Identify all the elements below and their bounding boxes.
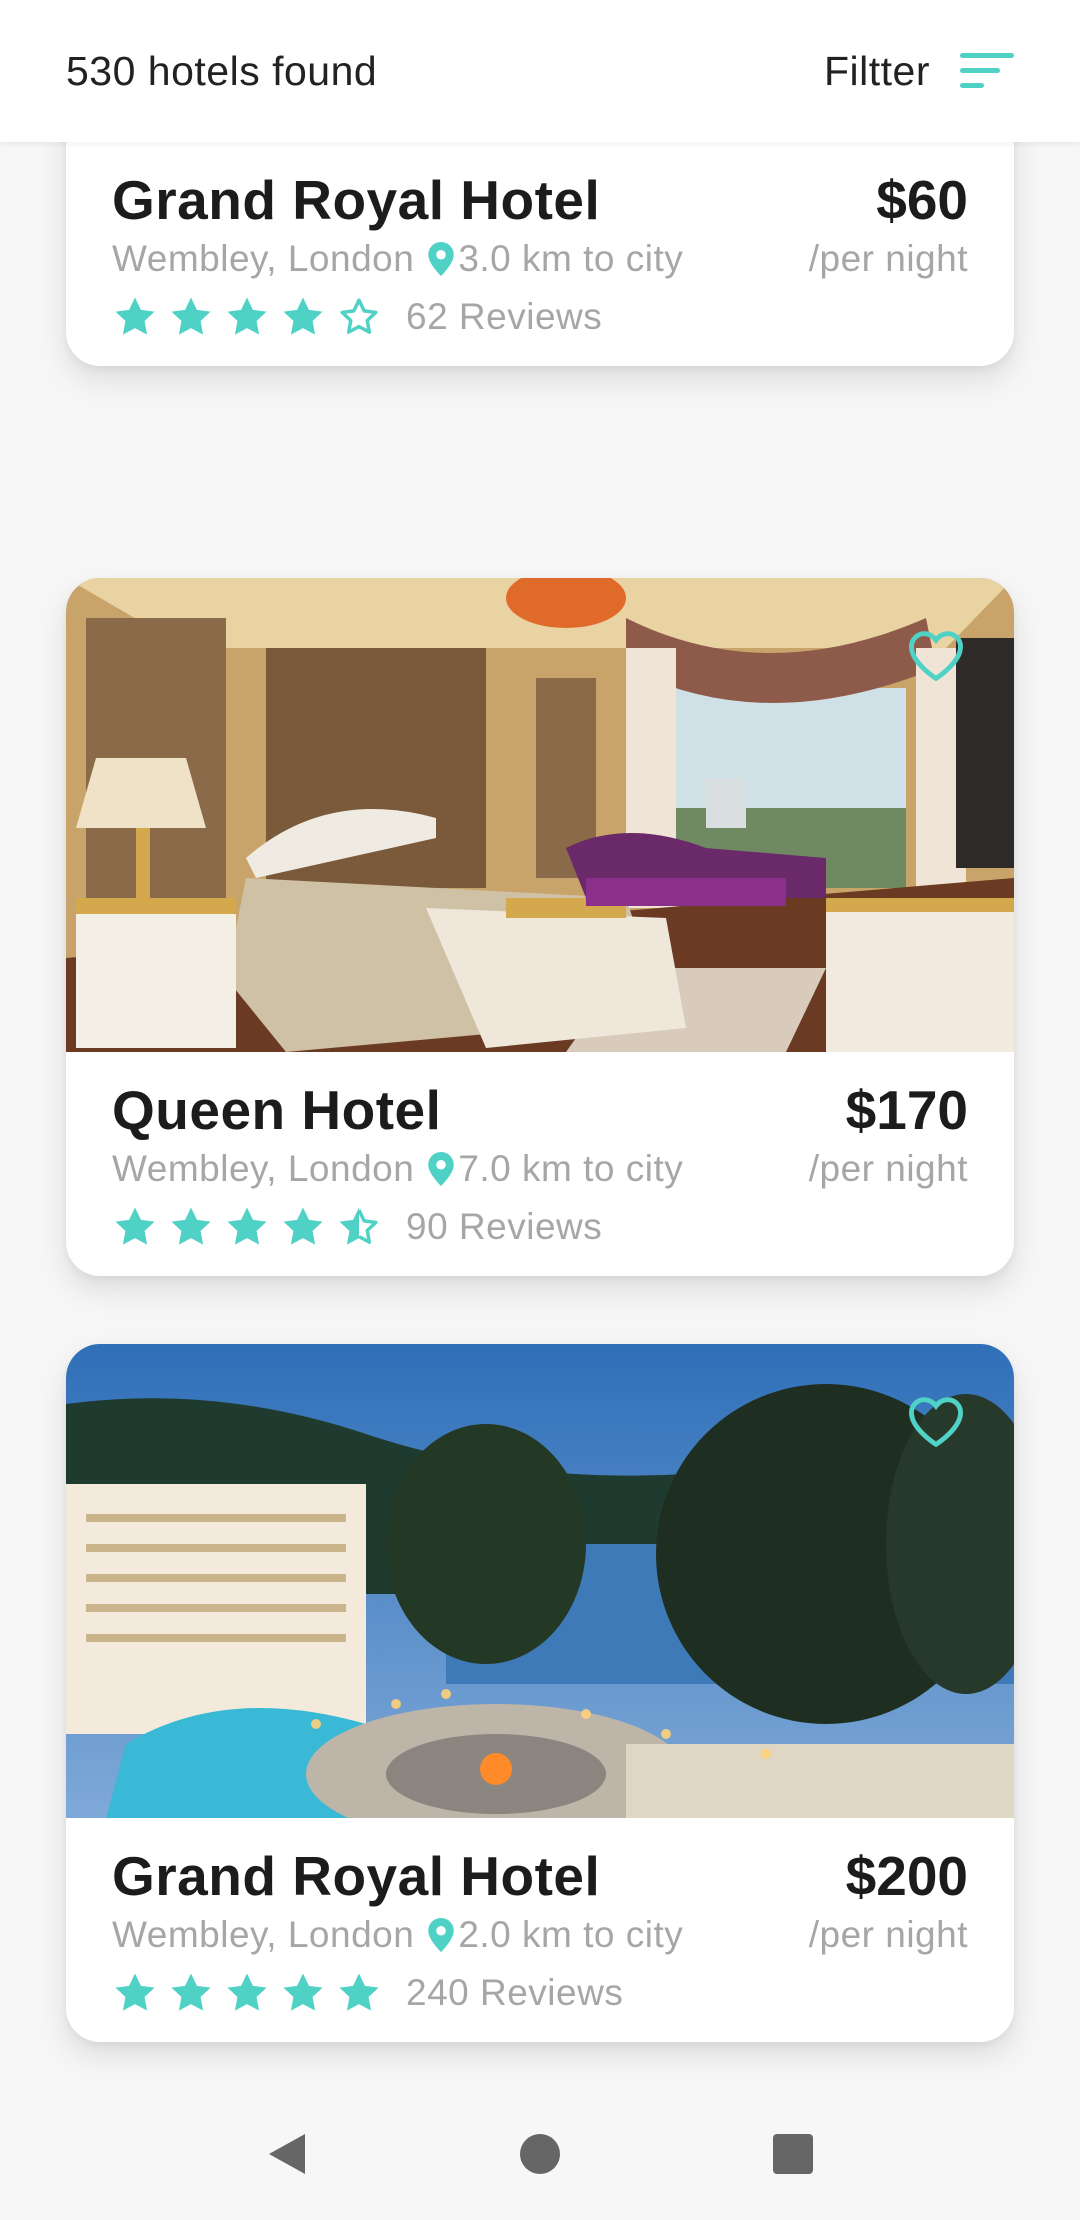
hotel-distance: 7.0 km to city — [458, 1148, 684, 1189]
star-full-icon — [115, 1207, 155, 1245]
recents-icon — [773, 2134, 814, 2174]
star-rating — [112, 294, 382, 340]
location-pin-icon — [428, 242, 455, 276]
star-full-icon — [171, 1973, 211, 2011]
hotel-card[interactable]: Grand Royal Hotel $200 Wembley, London 2… — [66, 1344, 1014, 2042]
location-pin-icon — [428, 1918, 455, 1952]
hotel-list[interactable]: Grand Royal Hotel $60 Wembley, London 3.… — [0, 0, 1080, 2088]
filter-label: Filtter — [824, 47, 930, 94]
per-night-label: /per night — [808, 238, 968, 279]
location-pin-icon — [428, 1152, 455, 1186]
home-button[interactable] — [510, 2124, 570, 2184]
star-full-icon — [115, 297, 155, 335]
hotel-location: Wembley, London — [112, 1148, 415, 1189]
star-full-icon — [171, 1207, 211, 1245]
results-header: 530 hotels found Filtter — [0, 0, 1080, 142]
hotel-name: Grand Royal Hotel — [112, 169, 601, 231]
hotel-price: $170 — [845, 1079, 968, 1141]
filter-icon — [960, 53, 1014, 89]
back-button[interactable] — [257, 2124, 317, 2184]
hotel-price: $60 — [876, 169, 968, 231]
hotel-name: Queen Hotel — [112, 1079, 442, 1141]
star-full-icon — [227, 1973, 267, 2011]
star-full-icon — [283, 1207, 323, 1245]
filter-button[interactable]: Filtter — [824, 48, 1014, 95]
hotel-name: Grand Royal Hotel — [112, 1845, 601, 1907]
recents-button[interactable] — [763, 2124, 823, 2184]
hotel-distance: 3.0 km to city — [458, 238, 684, 279]
system-nav-bar — [0, 2088, 1080, 2220]
hotel-location: Wembley, London — [112, 1914, 415, 1955]
star-rating — [112, 1970, 382, 2016]
home-icon — [519, 2134, 560, 2174]
review-count: 62 Reviews — [406, 296, 603, 337]
star-full-icon — [227, 1207, 267, 1245]
star-full-icon — [283, 297, 323, 335]
review-count: 90 Reviews — [406, 1206, 603, 1247]
per-night-label: /per night — [808, 1914, 968, 1955]
results-count: 530 hotels found — [66, 47, 378, 94]
review-count: 240 Reviews — [406, 1972, 624, 2013]
star-full-icon — [227, 297, 267, 335]
back-icon — [268, 2134, 305, 2174]
star-full-icon — [339, 1973, 379, 2011]
luxury-bedroom-image — [66, 578, 1014, 1052]
beach-resort-image — [66, 1344, 1014, 1818]
per-night-label: /per night — [808, 1148, 968, 1189]
favorite-heart-icon[interactable] — [906, 628, 966, 682]
hotel-location: Wembley, London — [112, 238, 415, 279]
star-half-icon — [339, 1207, 378, 1245]
star-full-icon — [171, 297, 211, 335]
star-empty-icon — [340, 298, 378, 334]
star-full-icon — [115, 1973, 155, 2011]
favorite-heart-icon[interactable] — [906, 1394, 966, 1448]
star-rating — [112, 1204, 382, 1250]
hotel-distance: 2.0 km to city — [458, 1914, 684, 1955]
hotel-card[interactable]: Queen Hotel $170 Wembley, London 7.0 km … — [66, 578, 1014, 1276]
hotel-price: $200 — [845, 1845, 968, 1907]
star-full-icon — [283, 1973, 323, 2011]
